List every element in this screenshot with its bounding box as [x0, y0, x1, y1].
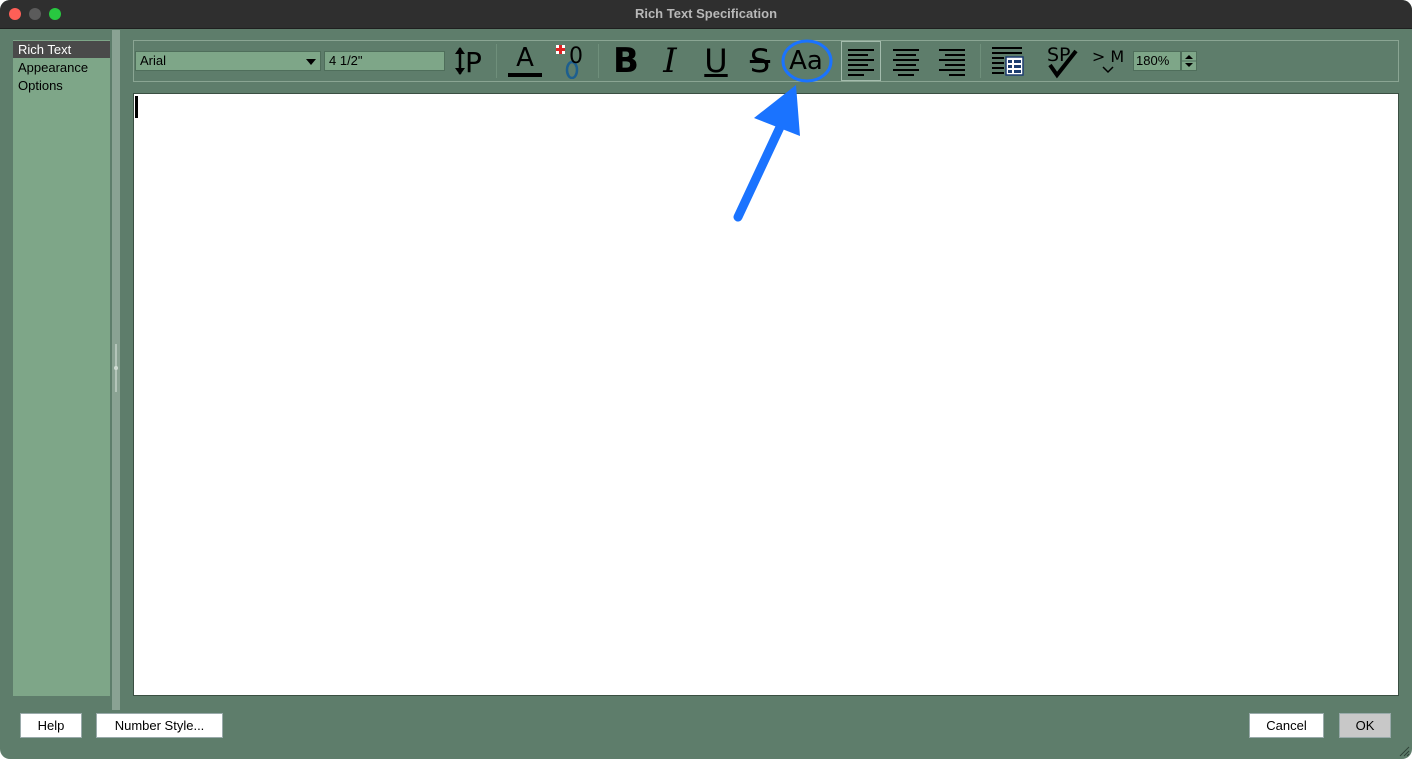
- toolbar-separator: [496, 44, 497, 78]
- annotation-highlight-circle: [781, 39, 833, 83]
- line-spacing-icon: P: [455, 46, 482, 78]
- line-spacing-button[interactable]: P: [450, 42, 488, 80]
- align-right-icon: [939, 49, 965, 76]
- sidebar: Rich Text Appearance Options: [13, 40, 110, 696]
- sidebar-item-rich-text[interactable]: Rich Text: [13, 41, 110, 58]
- window-title: Rich Text Specification: [634, 6, 778, 21]
- macro-label: > M: [1091, 47, 1125, 66]
- font-family-value: Arial: [140, 53, 167, 68]
- align-center-button[interactable]: [886, 42, 926, 80]
- strikethrough-button[interactable]: S: [740, 42, 780, 80]
- toolbar-separator: [980, 44, 981, 78]
- chevron-down-icon: [1102, 66, 1114, 74]
- chevron-down-icon: [306, 59, 316, 65]
- svg-text:P: P: [465, 46, 482, 78]
- bold-button[interactable]: B: [606, 41, 646, 81]
- zoom-stepper[interactable]: [1181, 51, 1197, 71]
- splitter-handle-dot: [114, 366, 118, 370]
- font-size-input[interactable]: 4 1/2": [324, 51, 445, 71]
- macro-button[interactable]: > M: [1088, 42, 1128, 80]
- align-right-button[interactable]: [932, 42, 972, 80]
- text-cursor: [135, 96, 138, 118]
- tabs-list-icon: [992, 47, 1024, 76]
- text-color-label: A: [516, 43, 534, 73]
- cancel-button[interactable]: Cancel: [1249, 713, 1324, 738]
- align-center-icon: [893, 49, 919, 76]
- superscript-icon: 0: [556, 44, 583, 79]
- help-button[interactable]: Help: [20, 713, 82, 738]
- sidebar-item-appearance[interactable]: Appearance: [13, 59, 110, 76]
- superscript-button[interactable]: 0: [550, 42, 588, 80]
- ok-button[interactable]: OK: [1339, 713, 1391, 738]
- text-color-swatch: [508, 73, 542, 77]
- align-left-icon: [848, 49, 874, 76]
- italic-button[interactable]: I: [650, 41, 690, 81]
- annotation-arrow-icon: [733, 85, 800, 222]
- dialog-window: Rich Text Specification Rich Text Appear…: [0, 0, 1412, 759]
- resize-grip-icon[interactable]: [1396, 743, 1410, 757]
- zoom-input[interactable]: 180%: [1133, 51, 1181, 71]
- font-family-select[interactable]: Arial: [135, 51, 321, 71]
- toolbar-separator: [598, 44, 599, 78]
- svg-text:0: 0: [569, 44, 583, 69]
- stepper-arrows-icon: [1182, 55, 1196, 67]
- spell-check-button[interactable]: SP: [1042, 42, 1082, 80]
- underline-button[interactable]: U: [696, 42, 736, 80]
- text-color-button[interactable]: A: [505, 42, 545, 80]
- align-left-button[interactable]: [841, 41, 881, 81]
- sidebar-item-options[interactable]: Options: [13, 77, 110, 94]
- spell-check-icon: SP: [1047, 44, 1078, 79]
- number-style-button[interactable]: Number Style...: [96, 713, 223, 738]
- tabs-lists-button[interactable]: [987, 42, 1027, 80]
- title-bar: Rich Text Specification: [0, 0, 1412, 29]
